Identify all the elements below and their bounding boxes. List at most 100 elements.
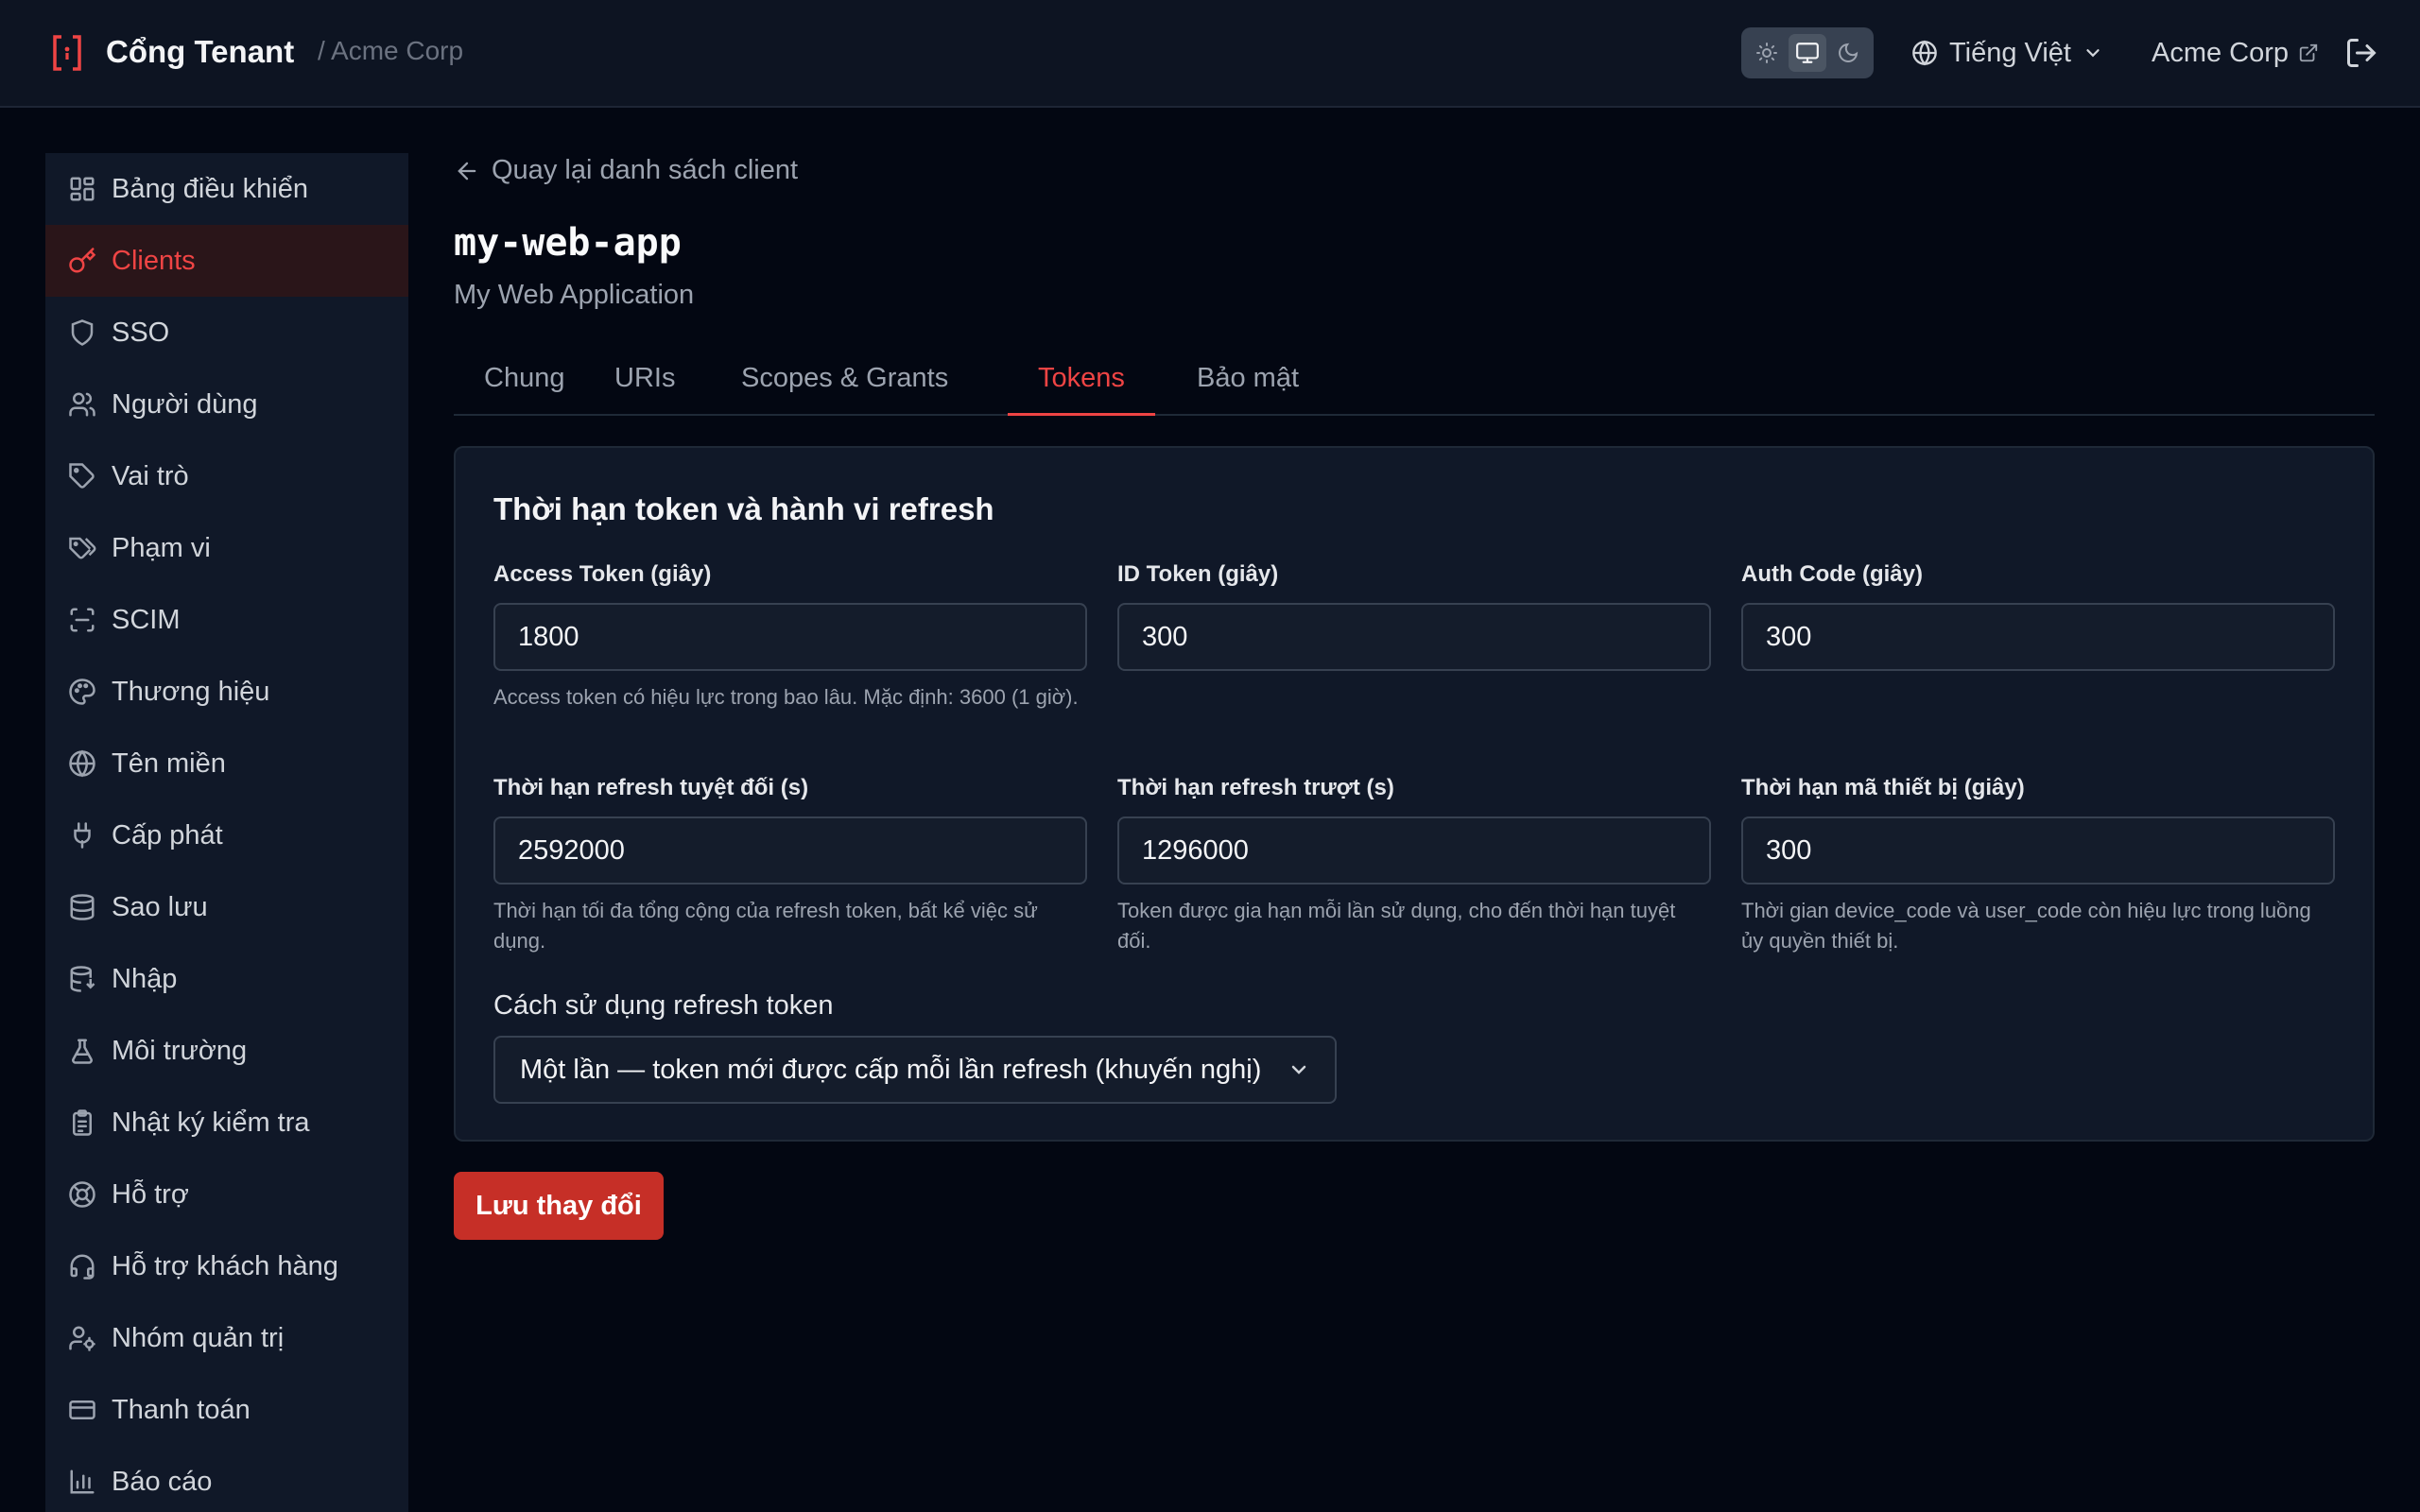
refresh-sliding-input[interactable]	[1117, 816, 1711, 885]
sidebar-item-support[interactable]: Hỗ trợ	[45, 1159, 408, 1230]
plug-icon	[74, 822, 91, 849]
sidebar-item-label: Cấp phát	[112, 819, 223, 850]
tab-general[interactable]: Chung	[454, 350, 595, 416]
sidebar-item-label: Clients	[112, 245, 196, 276]
headset-icon	[70, 1254, 95, 1280]
sidebar-item-label: SCIM	[112, 604, 181, 635]
tab-scopes-grants[interactable]: Scopes & Grants	[711, 350, 978, 416]
tab-bar: Chung URIs Scopes & Grants Tokens Bảo mậ…	[454, 350, 2375, 416]
globe-icon	[69, 749, 95, 778]
access-token-input[interactable]	[493, 603, 1087, 671]
tag-icon	[69, 463, 95, 489]
bar-chart-icon	[70, 1469, 95, 1494]
sidebar-item-backup[interactable]: Sao lưu	[45, 871, 408, 943]
field-label: Auth Code (giây)	[1741, 561, 1923, 587]
shield-icon	[71, 319, 94, 346]
monitor-icon	[1796, 43, 1819, 63]
tenant-link-label: Acme Corp	[2152, 37, 2290, 68]
sidebar-item-label: Thanh toán	[112, 1394, 251, 1425]
palette-icon	[69, 679, 95, 705]
database-icon	[70, 894, 95, 920]
sidebar-item-label: Sao lưu	[112, 891, 208, 922]
sidebar-item-dashboard[interactable]: Bảng điều khiển	[45, 153, 408, 225]
language-selector[interactable]: Tiếng Việt	[1911, 34, 2103, 72]
sidebar-item-roles[interactable]: Vai trò	[45, 440, 408, 512]
refresh-absolute-input[interactable]	[493, 816, 1087, 885]
sidebar-item-clients[interactable]: Clients	[45, 225, 408, 297]
field-label: Access Token (giây)	[493, 561, 712, 587]
device-code-field: Thời hạn mã thiết bị (giây) Thời gian de…	[1741, 775, 2335, 956]
field-help: Access token có hiệu lực trong bao lâu. …	[493, 685, 1079, 709]
sidebar-item-domains[interactable]: Tên miền	[45, 728, 408, 799]
app-title: Cổng Tenant	[106, 34, 295, 69]
save-button[interactable]: Lưu thay đổi	[454, 1172, 664, 1240]
chevron-down-icon	[2086, 49, 2100, 58]
refresh-usage-select[interactable]: Một lần — token mới được cấp mỗi lần ref…	[493, 1036, 1337, 1104]
theme-light-button[interactable]	[1748, 34, 1786, 72]
bracket-logo-icon	[53, 35, 81, 71]
sidebar-item-billing[interactable]: Thanh toán	[45, 1374, 408, 1446]
auth-code-field: Auth Code (giây)	[1741, 561, 2335, 671]
sidebar-item-scopes[interactable]: Phạm vi	[45, 512, 408, 584]
sidebar-item-customer-support[interactable]: Hỗ trợ khách hàng	[45, 1230, 408, 1302]
tab-tokens[interactable]: Tokens	[1008, 350, 1155, 416]
sidebar-item-sso[interactable]: SSO	[45, 297, 408, 369]
users-icon	[69, 392, 95, 417]
logout-icon[interactable]	[2344, 36, 2378, 70]
field-label: ID Token (giây)	[1117, 561, 1279, 587]
lifebuoy-icon	[69, 1181, 95, 1208]
arrow-left-icon	[458, 162, 476, 180]
field-help: Thời hạn tối đa tổng cộng của refresh to…	[493, 899, 1038, 953]
theme-system-button[interactable]	[1788, 34, 1826, 72]
card-title: Thời hạn token và hành vi refresh	[493, 491, 994, 526]
moon-icon	[1838, 43, 1858, 62]
sidebar-item-label: Báo cáo	[112, 1466, 213, 1497]
device-code-input[interactable]	[1741, 816, 2335, 885]
sidebar-item-reports[interactable]: Báo cáo	[45, 1446, 408, 1512]
sidebar-item-branding[interactable]: Thương hiệu	[45, 656, 408, 728]
sidebar-item-label: Nhật ký kiểm tra	[112, 1107, 310, 1138]
globe-icon	[1912, 40, 1937, 66]
sidebar-item-scim[interactable]: SCIM	[45, 584, 408, 656]
top-bar: Cổng Tenant / Acme Corp Tiếng Việt Acme …	[0, 0, 2420, 108]
sidebar-item-users[interactable]: Người dùng	[45, 369, 408, 440]
external-link-icon	[2299, 43, 2318, 62]
field-label: Thời hạn mã thiết bị (giây)	[1741, 775, 2025, 800]
sidebar-item-environments[interactable]: Môi trường	[45, 1015, 408, 1087]
select-value: Một lần — token mới được cấp mỗi lần ref…	[520, 1054, 1262, 1085]
back-to-clients-link[interactable]: Quay lại danh sách client	[454, 155, 798, 186]
tenant-external-link[interactable]: Acme Corp	[2152, 34, 2319, 72]
sidebar-item-label: Phạm vi	[112, 532, 211, 563]
sidebar-item-audit-log[interactable]: Nhật ký kiểm tra	[45, 1087, 408, 1159]
sun-icon	[1756, 43, 1778, 63]
sidebar-item-import[interactable]: Nhập	[45, 943, 408, 1015]
token-settings-card: Thời hạn token và hành vi refresh Access…	[454, 446, 2375, 1142]
id-token-input[interactable]	[1117, 603, 1711, 671]
sidebar-item-label: Nhóm quản trị	[112, 1322, 285, 1353]
auth-code-input[interactable]	[1741, 603, 2335, 671]
field-label: Thời hạn refresh tuyệt đối (s)	[493, 775, 809, 800]
dashboard-icon	[70, 177, 95, 201]
sidebar-item-admin-group[interactable]: Nhóm quản trị	[45, 1302, 408, 1374]
tenant-breadcrumb: / Acme Corp	[318, 36, 464, 65]
sidebar-item-label: Hỗ trợ	[112, 1178, 189, 1210]
id-token-field: ID Token (giây)	[1117, 561, 1711, 671]
field-label: Thời hạn refresh trượt (s)	[1117, 775, 1394, 800]
scan-icon	[70, 608, 95, 632]
access-token-field: Access Token (giây) Access token có hiệu…	[493, 561, 1087, 713]
tab-security[interactable]: Bảo mật	[1167, 350, 1329, 416]
page-title: my-web-app	[454, 221, 682, 265]
sidebar-item-label: Môi trường	[112, 1035, 248, 1066]
language-label: Tiếng Việt	[1949, 37, 2071, 68]
sidebar-item-label: Thương hiệu	[112, 676, 270, 707]
theme-dark-button[interactable]	[1829, 34, 1867, 72]
tab-uris[interactable]: URIs	[584, 350, 705, 416]
sidebar-item-label: Bảng điều khiển	[112, 173, 308, 204]
sidebar-item-provisioning[interactable]: Cấp phát	[45, 799, 408, 871]
refresh-absolute-field: Thời hạn refresh tuyệt đối (s) Thời hạn …	[493, 775, 1087, 956]
sidebar: Bảng điều khiển Clients SSO Người dùng V…	[45, 153, 408, 1512]
credit-card-icon	[69, 1400, 95, 1419]
back-link-label: Quay lại danh sách client	[492, 155, 799, 185]
clipboard-icon	[73, 1109, 92, 1136]
field-help: Token được gia hạn mỗi lần sử dụng, cho …	[1117, 899, 1676, 953]
